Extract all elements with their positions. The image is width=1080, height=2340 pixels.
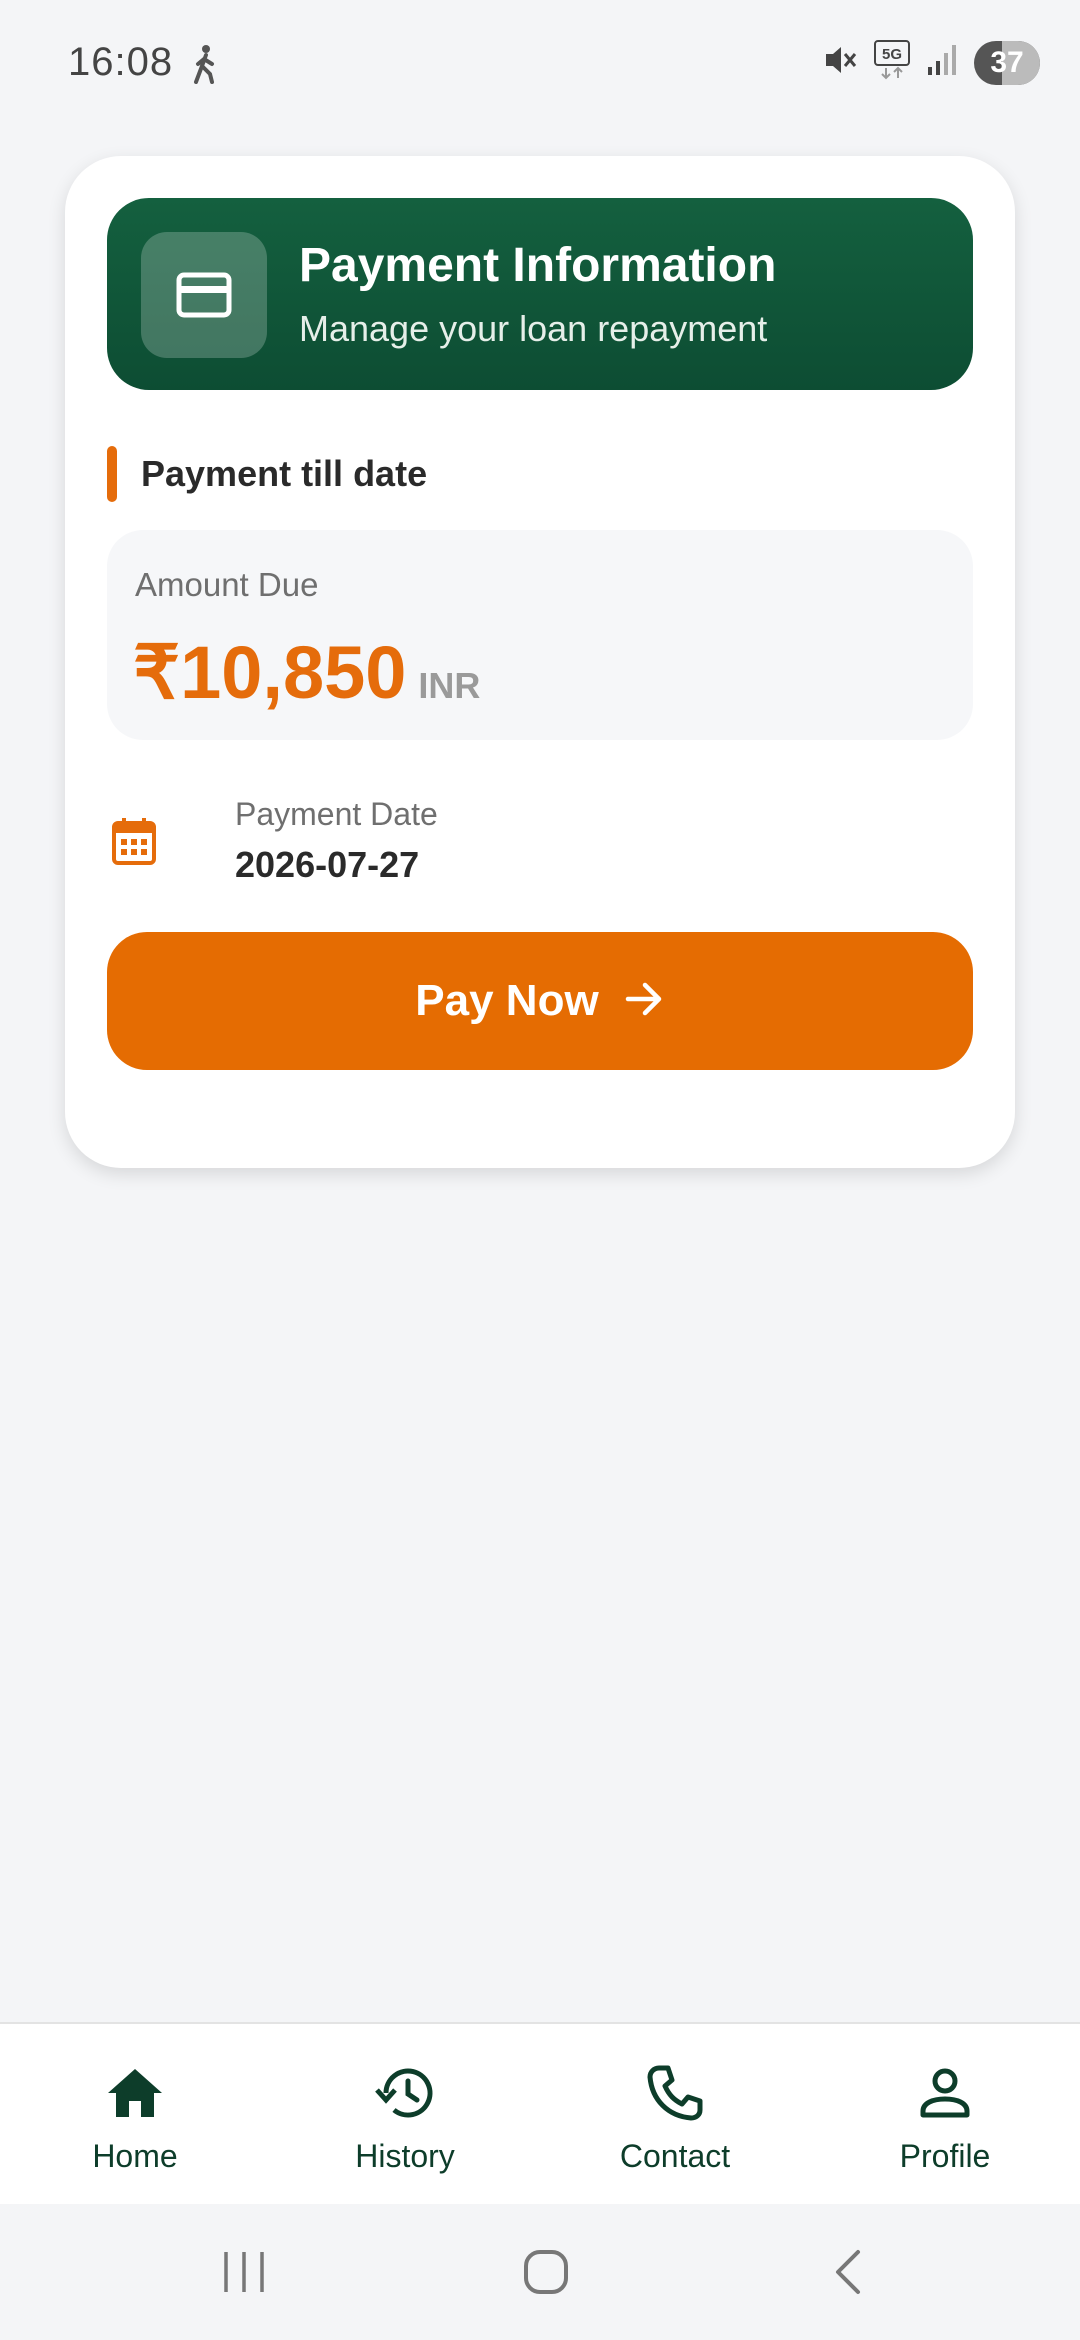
5g-icon: 5G	[874, 40, 910, 85]
status-time: 16:08	[68, 40, 174, 84]
bottom-navigation: Home History Contact Profile	[0, 2022, 1080, 2206]
payment-date-label: Payment Date	[235, 796, 438, 832]
credit-card-icon	[141, 232, 267, 358]
header-title: Payment Information	[299, 239, 777, 292]
profile-icon	[919, 2062, 971, 2124]
svg-text:5G: 5G	[882, 46, 902, 63]
pay-now-label: Pay Now	[415, 976, 599, 1025]
nav-item-contact[interactable]: Contact	[540, 2024, 810, 2206]
section-heading: Payment till date	[107, 446, 427, 502]
nav-item-profile[interactable]: Profile	[810, 2024, 1080, 2206]
nav-item-home[interactable]: Home	[0, 2024, 270, 2206]
mute-icon	[822, 42, 858, 83]
pay-now-button[interactable]: Pay Now	[107, 932, 973, 1070]
nav-label-home: Home	[92, 2138, 178, 2174]
payment-date-value: 2026-07-27	[235, 844, 420, 885]
amount-currency: INR	[418, 665, 481, 706]
recents-icon[interactable]	[220, 2248, 268, 2301]
amount-due-value: ₹10,850	[133, 631, 407, 714]
home-circle-icon[interactable]	[522, 2248, 570, 2301]
walking-icon	[188, 44, 222, 89]
payment-card: Payment Information Manage your loan rep…	[65, 156, 1015, 1168]
amount-due-box: Amount Due ₹10,850 INR	[107, 530, 973, 740]
amount-due-label: Amount Due	[135, 566, 319, 603]
section-accent-bar	[107, 446, 117, 502]
calendar-icon	[111, 816, 157, 871]
phone-icon	[646, 2062, 704, 2124]
section-title: Payment till date	[141, 453, 428, 494]
payment-header: Payment Information Manage your loan rep…	[107, 198, 973, 390]
nav-item-history[interactable]: History	[270, 2024, 540, 2206]
battery-icon: 37	[974, 40, 1040, 85]
nav-label-history: History	[355, 2138, 455, 2174]
system-navigation	[0, 2204, 1080, 2340]
header-subtitle: Manage your loan repayment	[299, 308, 768, 349]
back-icon[interactable]	[828, 2248, 868, 2301]
home-icon	[105, 2062, 165, 2124]
nav-label-profile: Profile	[899, 2138, 991, 2174]
nav-label-contact: Contact	[619, 2138, 731, 2174]
history-icon	[374, 2062, 436, 2124]
battery-level: 37	[990, 45, 1024, 79]
signal-icon	[926, 43, 958, 82]
arrow-right-icon	[625, 981, 665, 1022]
status-bar: 16:08 5G 37	[0, 0, 1080, 130]
